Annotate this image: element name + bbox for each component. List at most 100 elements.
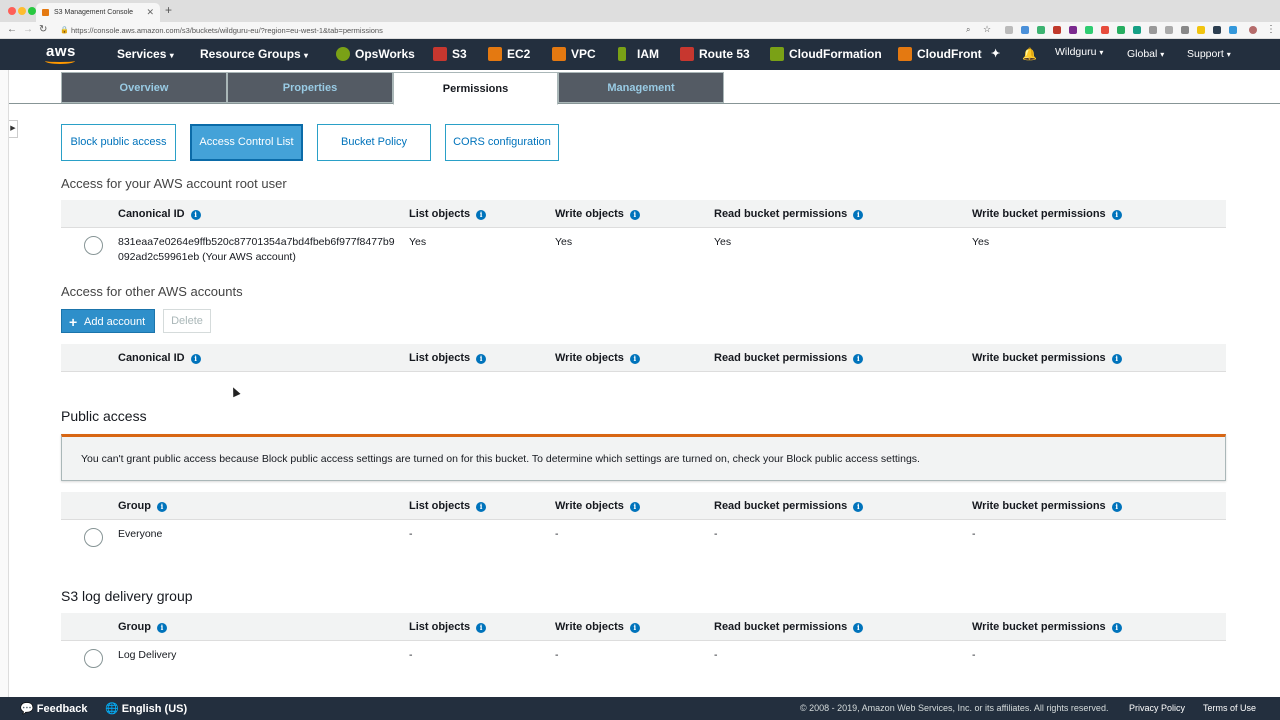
vpc-icon bbox=[552, 47, 566, 61]
info-icon[interactable]: i bbox=[1111, 502, 1122, 512]
privacy-policy-link[interactable]: Privacy Policy bbox=[1129, 703, 1185, 713]
info-icon[interactable]: i bbox=[853, 623, 864, 633]
new-tab-icon[interactable]: + bbox=[165, 3, 172, 17]
info-icon[interactable]: i bbox=[476, 502, 487, 512]
extension-icon[interactable] bbox=[1021, 26, 1029, 34]
opsworks-icon bbox=[336, 47, 350, 61]
root-canonical-id: 831eaa7e0264e9ffb520c87701354a7bd4fbeb6f… bbox=[118, 236, 395, 263]
everyone-row-radio[interactable] bbox=[84, 528, 103, 547]
info-icon[interactable]: i bbox=[853, 210, 864, 220]
back-icon[interactable]: ← bbox=[7, 24, 17, 35]
cors-configuration-button[interactable]: CORS configuration bbox=[445, 124, 559, 161]
col-write-objects: Write objects i bbox=[555, 621, 640, 633]
block-public-access-button[interactable]: Block public access bbox=[61, 124, 176, 161]
browser-menu-icon[interactable]: ⋮ bbox=[1266, 24, 1276, 35]
maximize-window-icon[interactable] bbox=[28, 7, 36, 15]
services-menu[interactable]: Services ▾ bbox=[117, 47, 174, 61]
account-menu[interactable]: Wildguru ▾ bbox=[1055, 46, 1103, 58]
region-menu[interactable]: Global ▾ bbox=[1127, 48, 1164, 60]
shortcut-cloudformation[interactable]: CloudFormation bbox=[789, 47, 882, 61]
info-icon[interactable]: i bbox=[476, 354, 487, 364]
resource-groups-menu[interactable]: Resource Groups ▾ bbox=[200, 47, 308, 61]
extension-icon[interactable] bbox=[1005, 26, 1013, 34]
copyright-text: © 2008 - 2019, Amazon Web Services, Inc.… bbox=[800, 703, 1109, 713]
profile-avatar-icon[interactable] bbox=[1249, 26, 1257, 34]
extension-icon[interactable] bbox=[1213, 26, 1221, 34]
info-icon[interactable]: i bbox=[853, 502, 864, 512]
pin-icon[interactable]: ✦ bbox=[991, 47, 1000, 60]
zoom-icon[interactable]: ⌕ bbox=[966, 25, 970, 35]
bucket-tabs: Overview Properties Permissions Manageme… bbox=[9, 70, 1280, 105]
log-delivery-row-radio[interactable] bbox=[84, 649, 103, 668]
close-tab-icon[interactable]: ✕ bbox=[146, 3, 154, 22]
expand-panel-icon[interactable]: ▶ bbox=[9, 120, 18, 138]
col-write-bucket-permissions: Write bucket permissions i bbox=[972, 208, 1122, 220]
extension-icon[interactable] bbox=[1069, 26, 1077, 34]
bookmark-star-icon[interactable]: ☆ bbox=[983, 24, 991, 35]
root-row-radio[interactable] bbox=[84, 236, 103, 255]
info-icon[interactable]: i bbox=[629, 210, 640, 220]
add-account-button[interactable]: + Add account bbox=[61, 309, 155, 333]
extension-icon[interactable] bbox=[1149, 26, 1157, 34]
extension-icon[interactable] bbox=[1165, 26, 1173, 34]
info-icon[interactable]: i bbox=[157, 502, 167, 512]
terms-of-use-link[interactable]: Terms of Use bbox=[1203, 703, 1256, 713]
browser-tab[interactable]: S3 Management Console ✕ bbox=[36, 3, 160, 22]
info-icon[interactable]: i bbox=[853, 354, 864, 364]
tab-permissions[interactable]: Permissions bbox=[393, 72, 558, 105]
col-read-bucket-permissions: Read bucket permissions i bbox=[714, 208, 864, 220]
forward-icon[interactable]: → bbox=[23, 24, 33, 35]
extension-icon[interactable] bbox=[1085, 26, 1093, 34]
extension-icon[interactable] bbox=[1133, 26, 1141, 34]
extension-icon[interactable] bbox=[1181, 26, 1189, 34]
reload-icon[interactable]: ↻ bbox=[39, 24, 47, 35]
col-group: Group i bbox=[118, 500, 167, 512]
access-control-list-button[interactable]: Access Control List bbox=[190, 124, 303, 161]
delete-button: Delete bbox=[163, 309, 211, 333]
info-icon[interactable]: i bbox=[1111, 354, 1122, 364]
extension-icon[interactable] bbox=[1117, 26, 1125, 34]
shortcut-vpc[interactable]: VPC bbox=[571, 47, 596, 61]
root-write-objects: Yes bbox=[555, 236, 573, 248]
minimize-window-icon[interactable] bbox=[18, 7, 26, 15]
url-field[interactable]: 🔒 https://console.aws.amazon.com/s3/buck… bbox=[60, 24, 960, 37]
shortcut-opsworks[interactable]: OpsWorks bbox=[355, 47, 415, 61]
support-menu[interactable]: Support ▾ bbox=[1187, 48, 1231, 60]
info-icon[interactable]: i bbox=[1111, 210, 1122, 220]
col-read-bucket-permissions: Read bucket permissions i bbox=[714, 352, 864, 364]
everyone-list-objects: - bbox=[409, 528, 413, 540]
everyone-write-bucket-permissions: - bbox=[972, 528, 976, 540]
info-icon[interactable]: i bbox=[190, 354, 201, 364]
close-window-icon[interactable] bbox=[8, 7, 16, 15]
info-icon[interactable]: i bbox=[190, 210, 201, 220]
extension-icon[interactable] bbox=[1197, 26, 1205, 34]
shortcut-ec2[interactable]: EC2 bbox=[507, 47, 530, 61]
info-icon[interactable]: i bbox=[476, 210, 487, 220]
shortcut-s3[interactable]: S3 bbox=[452, 47, 467, 61]
bucket-policy-button[interactable]: Bucket Policy bbox=[317, 124, 431, 161]
extension-icon[interactable] bbox=[1229, 26, 1237, 34]
bell-icon[interactable]: 🔔 bbox=[1022, 47, 1037, 61]
tab-management[interactable]: Management bbox=[558, 72, 724, 103]
shortcut-iam[interactable]: IAM bbox=[637, 47, 659, 61]
shortcut-route53[interactable]: Route 53 bbox=[699, 47, 750, 61]
other-accounts-section-title: Access for other AWS accounts bbox=[61, 284, 243, 299]
shortcut-cloudfront[interactable]: CloudFront bbox=[917, 47, 982, 61]
info-icon[interactable]: i bbox=[476, 623, 487, 633]
feedback-link[interactable]: 💬 Feedback bbox=[20, 702, 88, 715]
tab-overview[interactable]: Overview bbox=[61, 72, 227, 103]
info-icon[interactable]: i bbox=[629, 502, 640, 512]
language-selector[interactable]: 🌐 English (US) bbox=[105, 702, 187, 715]
root-read-bucket-permissions: Yes bbox=[714, 236, 732, 248]
info-icon[interactable]: i bbox=[1111, 623, 1122, 633]
chevron-down-icon: ▾ bbox=[1226, 50, 1231, 59]
extension-icon[interactable] bbox=[1053, 26, 1061, 34]
col-write-objects: Write objects i bbox=[555, 352, 640, 364]
info-icon[interactable]: i bbox=[629, 354, 640, 364]
extension-icon[interactable] bbox=[1037, 26, 1045, 34]
extension-icon[interactable] bbox=[1101, 26, 1109, 34]
cloudformation-icon bbox=[770, 47, 784, 61]
tab-properties[interactable]: Properties bbox=[227, 72, 393, 103]
info-icon[interactable]: i bbox=[157, 623, 167, 633]
info-icon[interactable]: i bbox=[629, 623, 640, 633]
